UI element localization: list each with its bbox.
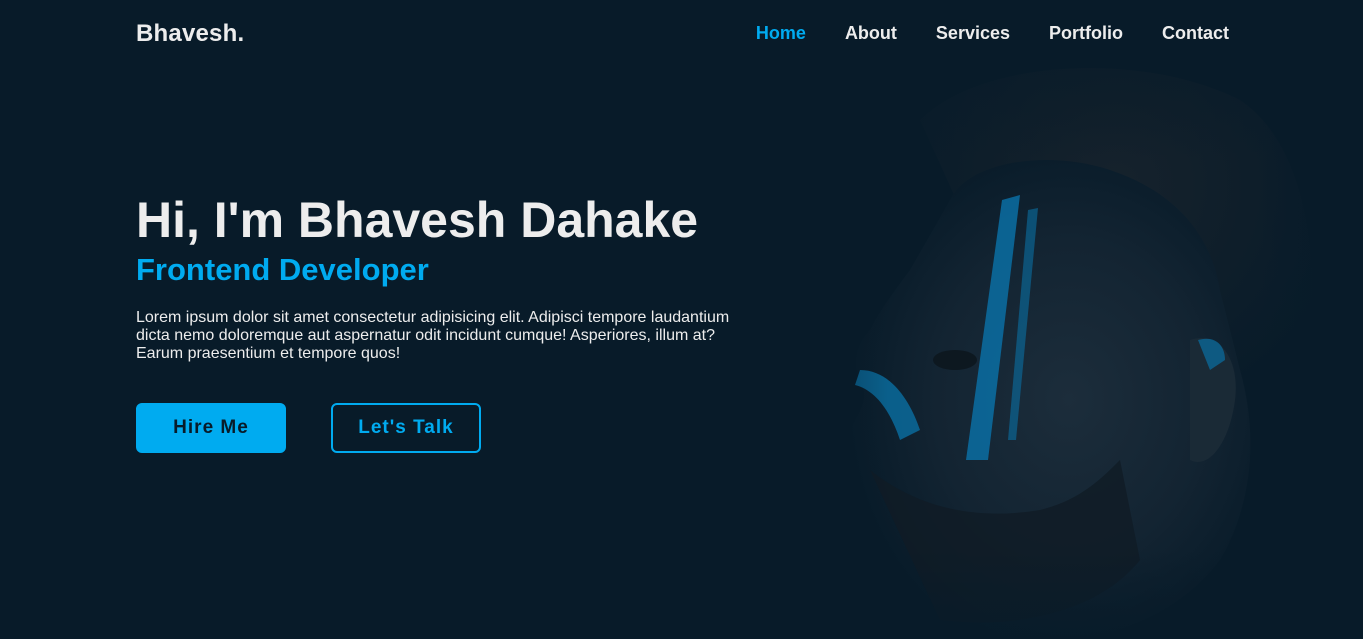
main-nav: Home About Services Portfolio Contact	[717, 23, 1229, 44]
nav-link-home[interactable]: Home	[756, 23, 806, 44]
page: Bhavesh. Home About Services Portfolio C…	[0, 0, 1363, 639]
logo[interactable]: Bhavesh.	[136, 20, 244, 48]
nav-link-about[interactable]: About	[845, 23, 897, 44]
hero-subtitle: Frontend Developer	[136, 252, 429, 287]
hire-me-button[interactable]: Hire Me	[136, 403, 286, 453]
hero-description: Lorem ipsum dolor sit amet consectetur a…	[136, 309, 730, 362]
site-header: Bhavesh. Home About Services Portfolio C…	[0, 0, 1363, 68]
nav-link-contact[interactable]: Contact	[1162, 23, 1229, 44]
hero-buttons: Hire Me Let's Talk	[136, 403, 481, 453]
hero-portrait-image	[720, 40, 1320, 639]
lets-talk-button[interactable]: Let's Talk	[331, 403, 481, 453]
hero-content: Hi, I'm Bhavesh Dahake Frontend Develope…	[136, 190, 756, 363]
hero-title: Hi, I'm Bhavesh Dahake	[136, 192, 699, 248]
nav-link-services[interactable]: Services	[936, 23, 1010, 44]
nav-link-portfolio[interactable]: Portfolio	[1049, 23, 1123, 44]
